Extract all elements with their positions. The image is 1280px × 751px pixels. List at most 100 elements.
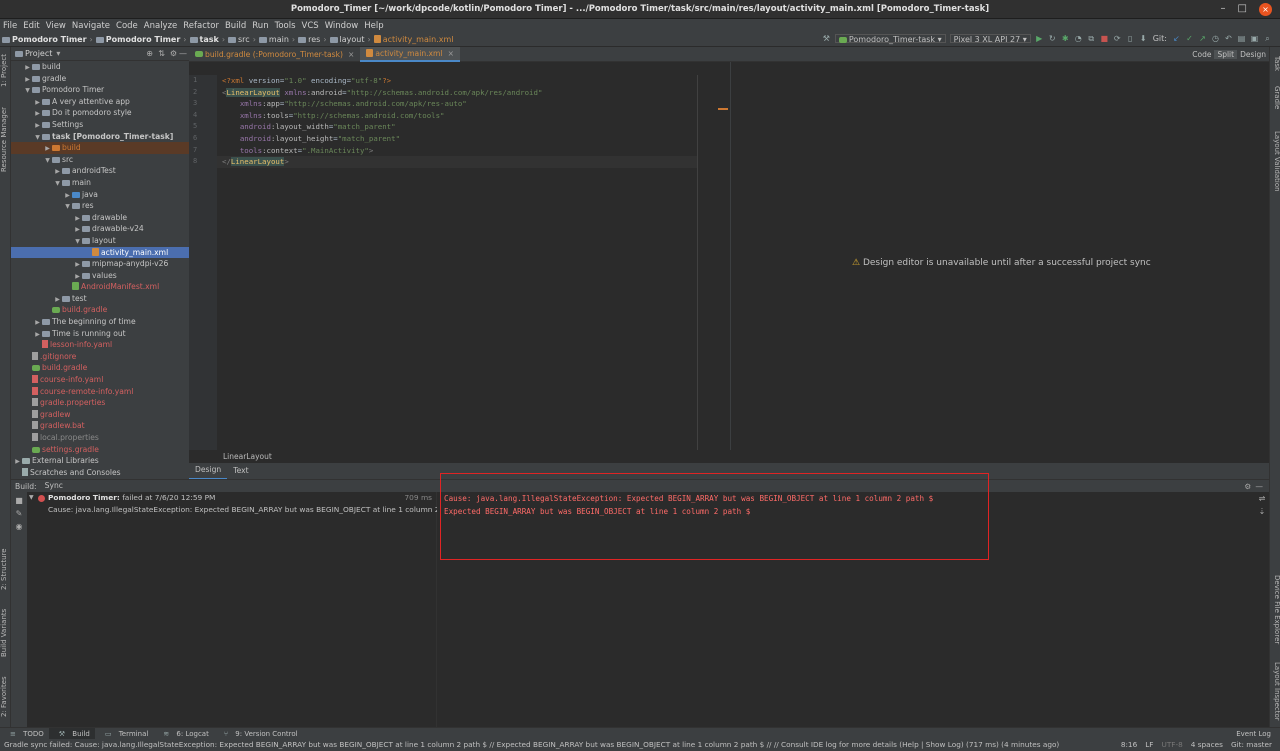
breadcrumb-item[interactable]: main <box>257 35 291 44</box>
tree-node[interactable]: course-info.yaml <box>11 374 189 386</box>
scroll-marker[interactable] <box>718 108 728 110</box>
project-view-dropdown[interactable]: Project <box>25 49 52 58</box>
tree-node[interactable]: .gitignore <box>11 351 189 363</box>
eye-icon[interactable]: ◉ <box>11 522 27 531</box>
tree-node[interactable]: local.properties <box>11 432 189 444</box>
tree-node[interactable]: ▶ A very attentive app <box>11 96 189 108</box>
tool-tab-build[interactable]: ⚒ Build <box>48 727 95 740</box>
chevron-down-icon[interactable]: ▾ <box>56 49 60 58</box>
breadcrumb-item[interactable]: Pomodoro Timer <box>0 35 89 44</box>
git-update-icon[interactable]: ↙ <box>1172 34 1181 43</box>
layout-icon[interactable]: ▣ <box>1250 34 1259 43</box>
tree-node[interactable]: ▶ java <box>11 189 189 201</box>
attach-icon[interactable]: ⧉ <box>1087 34 1096 43</box>
close-button[interactable]: × <box>1259 3 1272 16</box>
file-encoding[interactable]: UTF-8 <box>1157 739 1186 751</box>
collapse-icon[interactable]: ⇅ <box>158 49 165 58</box>
tree-node[interactable]: course-remote-info.yaml <box>11 386 189 398</box>
code-line[interactable]: android:layout_height="match_parent" <box>217 133 697 145</box>
scroll-end-icon[interactable]: ⇣ <box>1255 507 1269 516</box>
rollback-icon[interactable]: ↶ <box>1224 34 1233 43</box>
minimize-button[interactable]: – <box>1221 3 1226 16</box>
tree-node[interactable]: ▶ test <box>11 293 189 305</box>
caret-position[interactable]: 8:16 <box>1117 739 1141 751</box>
breadcrumb-item[interactable]: Pomodoro Timer <box>94 35 183 44</box>
chevron-down-icon[interactable]: ▼ <box>33 132 42 144</box>
maximize-button[interactable]: □ <box>1238 3 1247 16</box>
event-log-tab[interactable]: Event Log <box>1231 728 1276 740</box>
tree-node[interactable]: settings.gradle <box>11 444 189 456</box>
tree-node[interactable]: lesson-info.yaml <box>11 339 189 351</box>
tab-design[interactable]: Design <box>189 462 228 480</box>
menu-navigate[interactable]: Navigate <box>69 19 113 33</box>
debug-icon[interactable]: ✱ <box>1061 34 1070 43</box>
tree-node[interactable]: ▶ Do it pomodoro style <box>11 107 189 119</box>
build-variants-tab[interactable]: Build Variants <box>0 607 11 659</box>
tab-text[interactable]: Text <box>227 463 254 479</box>
line-separator[interactable]: LF <box>1141 739 1157 751</box>
code-editor[interactable]: <?xml version="1.0" encoding="utf-8"?> <L… <box>217 75 697 450</box>
tool-tab-version-control[interactable]: ⑂ 9: Version Control <box>214 728 303 740</box>
editor-tab[interactable]: activity_main.xml × <box>360 46 460 62</box>
device-dropdown[interactable]: Pixel 3 XL API 27 ▾ <box>949 34 1031 44</box>
structure-tab[interactable]: 2: Structure <box>0 547 11 591</box>
menu-window[interactable]: Window <box>322 19 362 33</box>
menu-run[interactable]: Run <box>249 19 271 33</box>
chevron-right-icon[interactable]: ▶ <box>33 120 42 132</box>
tree-node[interactable]: ▶ gradle <box>11 73 189 85</box>
menu-tools[interactable]: Tools <box>272 19 299 33</box>
tree-node[interactable]: ▶ mipmap-anydpi-v26 <box>11 258 189 270</box>
chevron-down-icon[interactable]: ▼ <box>53 178 62 190</box>
editor-tab[interactable]: build.gradle (:Pomodoro_Timer-task) × <box>189 47 360 62</box>
menu-view[interactable]: View <box>43 19 69 33</box>
sync-icon[interactable]: ⟳ <box>1113 34 1122 43</box>
tree-node[interactable]: ▶ drawable <box>11 212 189 224</box>
editor-breadcrumb[interactable]: LinearLayout <box>217 450 697 463</box>
tree-node[interactable]: ▶ values <box>11 270 189 282</box>
view-mode-design[interactable]: Design <box>1237 50 1269 59</box>
rerun-icon[interactable]: ↻ <box>1048 34 1057 43</box>
tree-node[interactable]: ▶ build <box>11 142 189 154</box>
stop-icon[interactable]: ■ <box>11 496 27 505</box>
tree-node[interactable]: gradle.properties <box>11 397 189 409</box>
indent-setting[interactable]: 4 spaces <box>1187 739 1227 751</box>
tree-node[interactable]: ▼ layout <box>11 235 189 247</box>
tree-node[interactable]: ▼ res <box>11 200 189 212</box>
tree-node[interactable]: build.gradle <box>11 362 189 374</box>
project-tool-tab[interactable]: 1: Project <box>0 51 11 91</box>
view-mode-code[interactable]: Code <box>1189 50 1214 59</box>
git-push-icon[interactable]: ↗ <box>1198 34 1207 43</box>
close-tab-icon[interactable]: × <box>448 46 454 61</box>
tree-node[interactable]: ▼ src <box>11 154 189 166</box>
run-config-dropdown[interactable]: Pomodoro_Timer-task ▾ <box>834 34 946 44</box>
chevron-right-icon[interactable]: ▶ <box>73 259 82 271</box>
gradle-tab[interactable]: Gradle <box>1270 81 1280 115</box>
tool-tab-logcat[interactable]: ≋ 6: Logcat <box>153 728 214 740</box>
code-line[interactable]: android:layout_width="match_parent" <box>217 121 697 133</box>
tree-node[interactable]: gradlew <box>11 409 189 421</box>
stop-icon[interactable]: ■ <box>1100 34 1109 43</box>
tree-node[interactable]: ▶ build <box>11 61 189 73</box>
editor-separator[interactable] <box>697 75 698 450</box>
tool-tab-todo[interactable]: ≡ TODO <box>0 728 49 740</box>
tree-node[interactable]: ▶ Settings <box>11 119 189 131</box>
tree-node[interactable]: activity_main.xml <box>11 246 189 259</box>
menu-code[interactable]: Code <box>113 19 141 33</box>
tree-node[interactable]: gradlew.bat <box>11 420 189 432</box>
avd-icon[interactable]: ▯ <box>1126 34 1135 43</box>
tree-node[interactable]: Scratches and Consoles <box>11 467 189 479</box>
chevron-right-icon[interactable]: ▶ <box>33 317 42 329</box>
favorites-tab[interactable]: 2: Favorites <box>0 673 11 721</box>
tree-node[interactable]: build.gradle <box>11 304 189 316</box>
project-structure-icon[interactable]: ▤ <box>1237 34 1246 43</box>
menu-analyze[interactable]: Analyze <box>141 19 181 33</box>
tree-node[interactable]: ▼ main <box>11 177 189 189</box>
task-tab[interactable]: Task <box>1270 53 1280 75</box>
code-line[interactable]: </LinearLayout> <box>217 156 697 168</box>
menu-file[interactable]: File <box>0 19 20 33</box>
menu-edit[interactable]: Edit <box>20 19 42 33</box>
tree-node[interactable]: ▼ Pomodoro Timer <box>11 84 189 96</box>
chevron-down-icon[interactable]: ▼ <box>63 201 72 213</box>
tree-node[interactable]: ▶ Time is running out <box>11 328 189 340</box>
build-error-node[interactable]: Cause: java.lang.IllegalStateException: … <box>27 504 440 516</box>
